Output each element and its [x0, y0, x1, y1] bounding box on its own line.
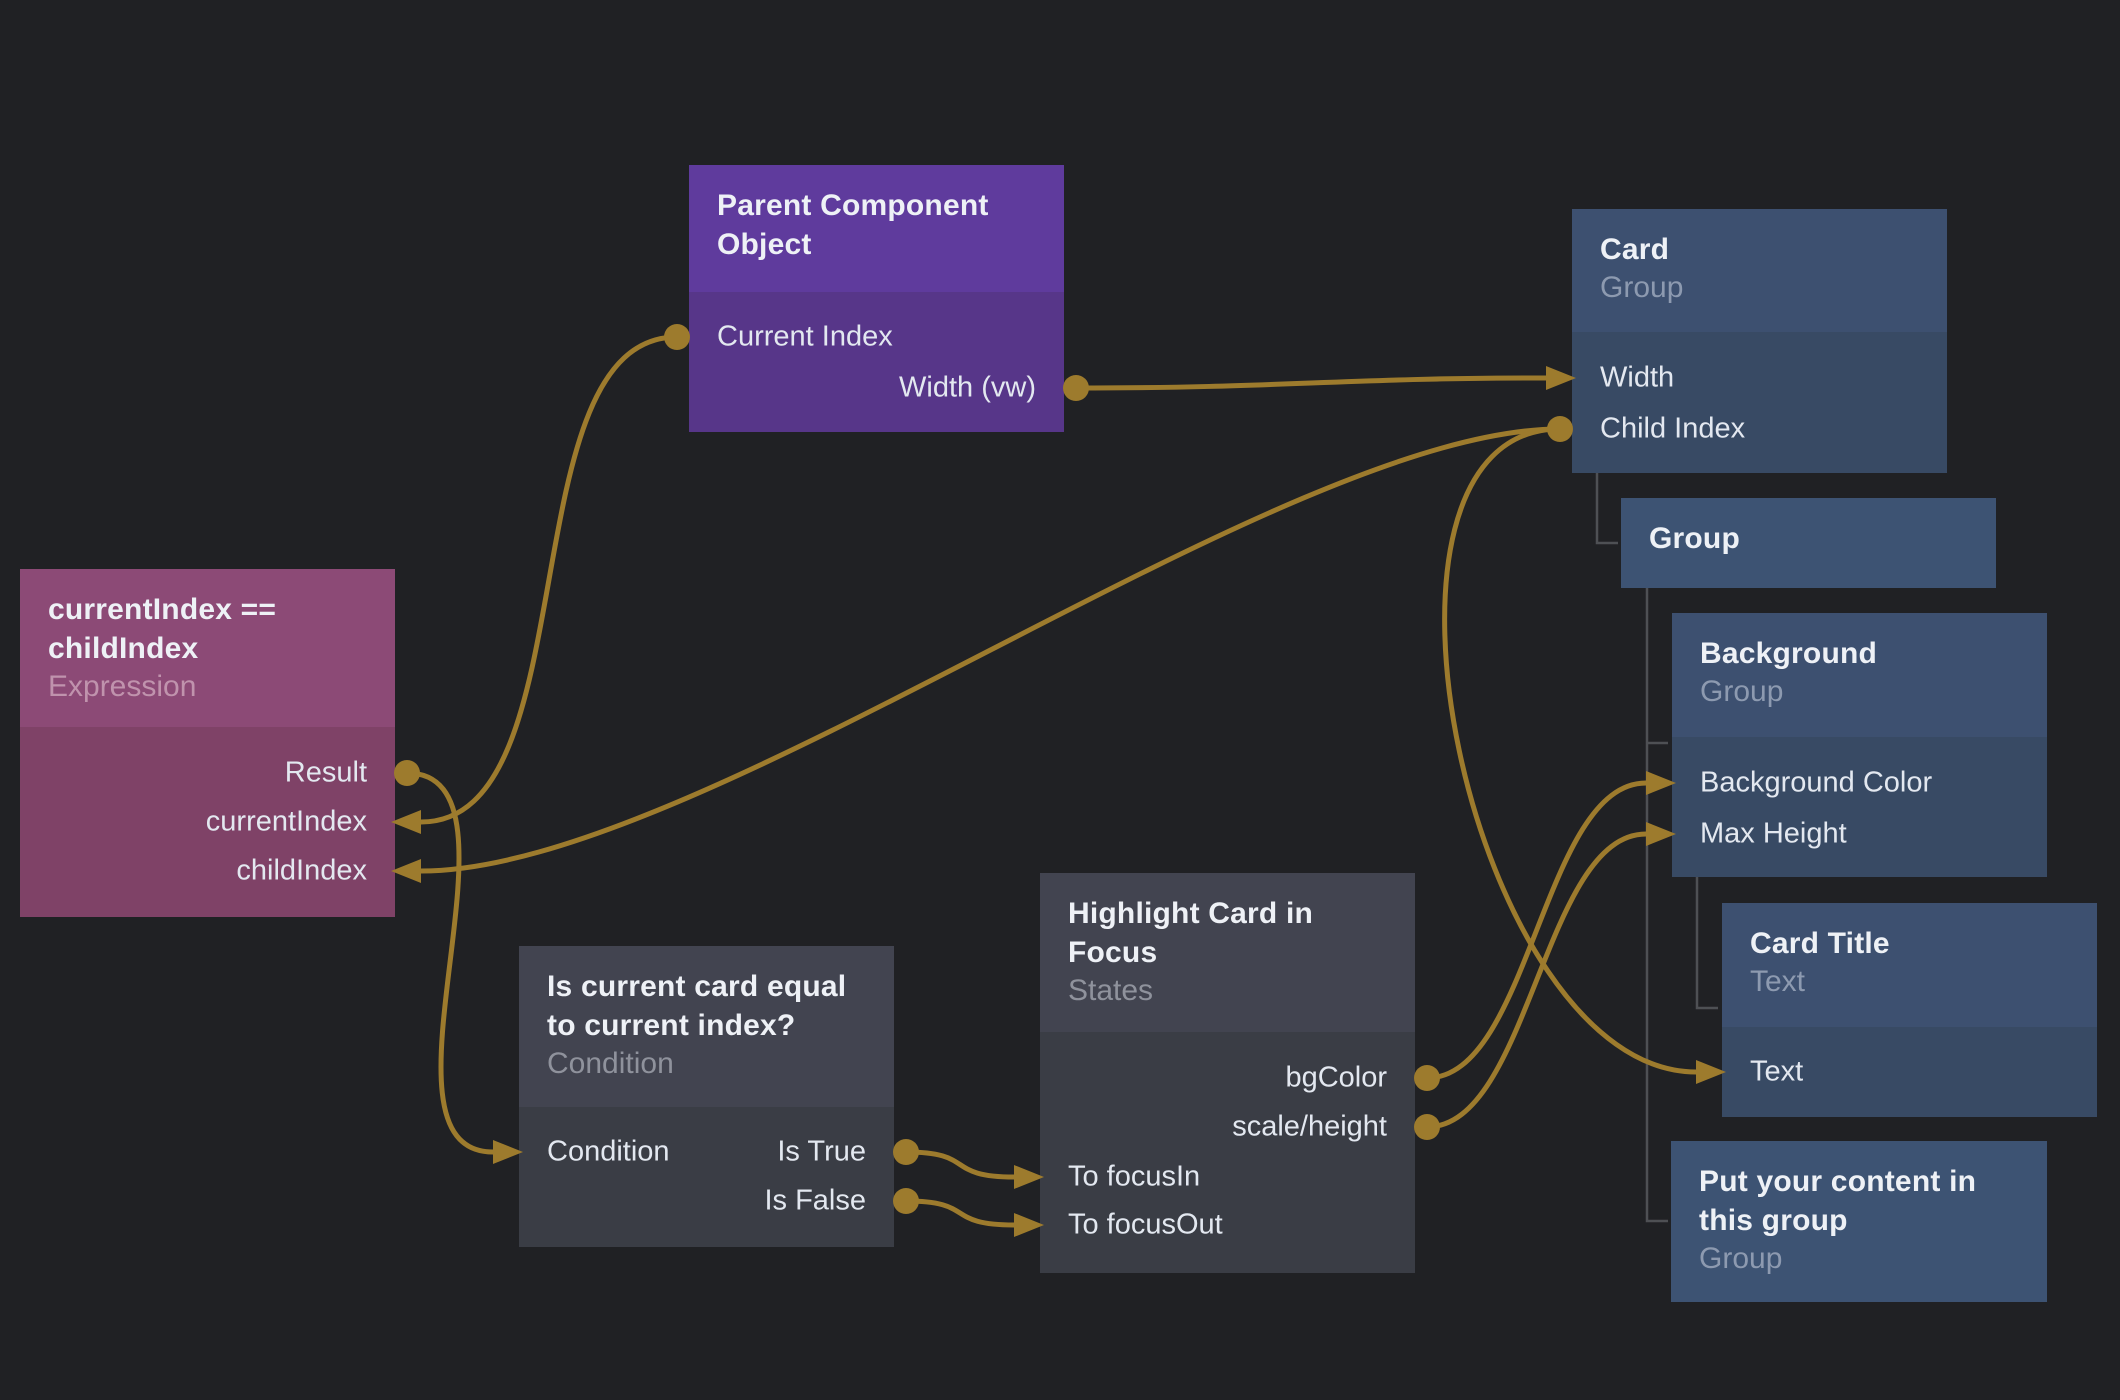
port-label-scale_height[interactable]: scale/height	[1232, 1111, 1387, 1144]
port-circle-child_index[interactable]	[1547, 416, 1573, 442]
wire-result-to-condition_in[interactable]	[407, 773, 493, 1152]
hierarchy-connector-line	[1597, 473, 1618, 543]
node-title: Card	[1600, 230, 1919, 269]
node-background[interactable]: BackgroundGroup Background Color Max Heigh…	[1672, 613, 2047, 877]
port-label-childIndex[interactable]: childIndex	[236, 855, 367, 888]
port-label-background_color[interactable]: Background Color	[1700, 767, 1932, 800]
node-title: Put your content in this group	[1699, 1162, 2019, 1240]
port-label-result[interactable]: Result	[285, 757, 367, 790]
node-subtitle: Condition	[547, 1045, 866, 1083]
port-label-child_index[interactable]: Child Index	[1600, 413, 1745, 446]
node-title: Parent Component Object	[717, 186, 1036, 264]
node-expression[interactable]: currentIndex == childIndexExpression Resu…	[20, 569, 395, 917]
port-arrow-childIndex[interactable]	[391, 859, 421, 883]
port-circle-result[interactable]	[394, 760, 420, 786]
wire-scale_height-to-max_height[interactable]	[1427, 834, 1646, 1127]
port-circle-bgcolor[interactable]	[1414, 1065, 1440, 1091]
port-label-width_vw[interactable]: Width (vw)	[899, 372, 1036, 405]
node-subtitle: States	[1068, 972, 1387, 1010]
port-label-is_false[interactable]: Is False	[764, 1185, 866, 1218]
port-arrow-currentIndex[interactable]	[391, 810, 421, 834]
port-circle-is_false[interactable]	[893, 1188, 919, 1214]
wire-bgcolor-to-background_color[interactable]	[1427, 783, 1646, 1078]
node-title: Group	[1649, 519, 1968, 558]
node-condition[interactable]: Is current card equal to current index?C…	[519, 946, 894, 1247]
port-label-max_height[interactable]: Max Height	[1700, 818, 1847, 851]
node-put_group[interactable]: Put your content in this groupGroup	[1671, 1141, 2047, 1302]
node-header[interactable]: Card TitleText	[1722, 903, 2097, 1027]
node-subtitle: Group	[1600, 269, 1919, 307]
port-label-currentIndex[interactable]: currentIndex	[206, 806, 367, 839]
node-graph-canvas[interactable]: Parent Component ObjectCurrent IndexWidt…	[0, 0, 2120, 1400]
node-title: Is current card equal to current index?	[547, 967, 866, 1045]
node-card[interactable]: CardGroup Width Child Index	[1572, 209, 1947, 473]
node-header[interactable]: Parent Component Object	[689, 165, 1064, 292]
node-subtitle: Expression	[48, 668, 367, 706]
port-label-to_focusout[interactable]: To focusOut	[1068, 1209, 1223, 1242]
node-header[interactable]: currentIndex == childIndexExpression	[20, 569, 395, 727]
node-highlight[interactable]: Highlight Card in FocusStates bgColor scal…	[1040, 873, 1415, 1273]
hierarchy-connector-line	[1697, 877, 1718, 1008]
node-header[interactable]: Is current card equal to current index?C…	[519, 946, 894, 1107]
port-circle-scale_height[interactable]	[1414, 1114, 1440, 1140]
port-label-width[interactable]: Width	[1600, 362, 1674, 395]
node-title: Background	[1700, 634, 2019, 673]
port-circle-width_vw[interactable]	[1063, 375, 1089, 401]
node-header[interactable]: BackgroundGroup	[1672, 613, 2047, 737]
port-label-current_index[interactable]: Current Index	[717, 321, 893, 354]
hierarchy-connector-line	[1647, 588, 1668, 1221]
node-subtitle: Group	[1699, 1240, 2019, 1278]
port-label-is_true[interactable]: Is True	[777, 1136, 866, 1169]
wire-width_vw-to-width[interactable]	[1076, 378, 1546, 388]
port-label-text[interactable]: Text	[1750, 1056, 1803, 1089]
node-title: currentIndex == childIndex	[48, 590, 367, 668]
node-parent[interactable]: Parent Component Object Current IndexWidt…	[689, 165, 1064, 432]
node-title: Highlight Card in Focus	[1068, 894, 1387, 972]
node-subtitle: Text	[1750, 963, 2069, 1001]
node-title: Card Title	[1750, 924, 2069, 963]
wire-child_index-to-childIndex[interactable]	[421, 429, 1560, 871]
port-circle-is_true[interactable]	[893, 1139, 919, 1165]
port-label-to_focusin[interactable]: To focusIn	[1068, 1161, 1200, 1194]
node-card_title[interactable]: Card TitleTextText	[1722, 903, 2097, 1117]
wire-is_false-to-to_focusout[interactable]	[906, 1201, 1014, 1225]
node-header[interactable]: Group	[1621, 498, 1996, 588]
wire-is_true-to-to_focusin[interactable]	[906, 1152, 1014, 1177]
node-header[interactable]: CardGroup	[1572, 209, 1947, 332]
port-circle-current_index[interactable]	[664, 324, 690, 350]
node-header[interactable]: Put your content in this groupGroup	[1671, 1141, 2047, 1302]
node-header[interactable]: Highlight Card in FocusStates	[1040, 873, 1415, 1032]
port-label-condition_in[interactable]: Condition	[547, 1136, 670, 1169]
port-label-bgcolor[interactable]: bgColor	[1285, 1062, 1387, 1095]
wire-current_index-to-currentIndex[interactable]	[421, 337, 677, 822]
node-group[interactable]: Group	[1621, 498, 1996, 588]
node-subtitle: Group	[1700, 673, 2019, 711]
